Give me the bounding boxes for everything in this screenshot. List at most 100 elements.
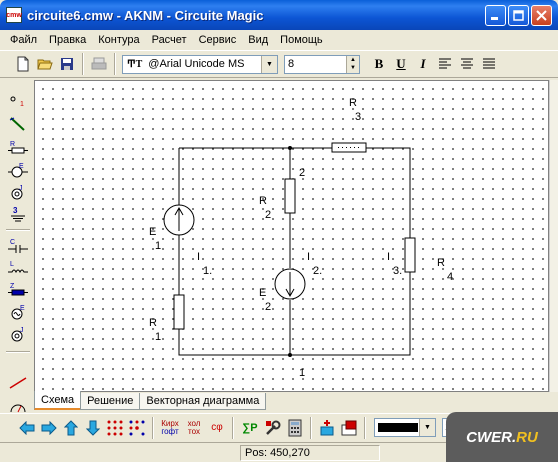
snap-grid-icon: [129, 420, 145, 435]
print-button[interactable]: [88, 53, 110, 75]
arrow-up-icon: [64, 419, 78, 435]
chevron-down-icon[interactable]: ▼: [419, 419, 435, 436]
resistor-icon: R: [8, 141, 28, 154]
resistor-r2[interactable]: [284, 178, 296, 214]
emf-source-e1[interactable]: [163, 204, 195, 236]
menu-help[interactable]: Помощь: [274, 34, 329, 46]
new-file-button[interactable]: [12, 53, 34, 75]
label-r1: R: [149, 317, 157, 329]
align-justify-button[interactable]: [478, 53, 500, 75]
wire-tool-button[interactable]: [6, 113, 30, 135]
resistor-r1[interactable]: [173, 294, 185, 330]
add-element-icon: [320, 419, 334, 435]
grid-dots-icon: [107, 420, 123, 435]
calc-tool-button[interactable]: [262, 417, 284, 439]
label-node1: 1: [299, 367, 306, 379]
menu-service[interactable]: Сервис: [193, 34, 243, 46]
bold-button[interactable]: B: [368, 56, 390, 72]
save-button[interactable]: [56, 53, 78, 75]
label-r2-sub: 2: [265, 209, 272, 221]
align-center-button[interactable]: [456, 53, 478, 75]
wire-icon: [9, 117, 25, 131]
svg-text:L: L: [10, 261, 14, 268]
snap-grid-button[interactable]: [126, 417, 148, 439]
ground-tool-button[interactable]: 3: [6, 203, 30, 225]
font-size-stepper[interactable]: 8 ▲ ▼: [284, 54, 360, 74]
line-color-select[interactable]: ▼: [374, 418, 436, 437]
label-r2: R: [259, 195, 267, 207]
font-name-select[interactable]: ͲT @Arial Unicode MS ▼: [122, 54, 278, 74]
power-balance-button[interactable]: ∑P: [238, 417, 262, 439]
inductor-tool-button[interactable]: L: [6, 257, 30, 279]
inductor-icon: L: [8, 261, 28, 274]
emf-source-tool-button[interactable]: E: [6, 159, 30, 181]
align-justify-icon: [483, 58, 495, 69]
node-icon: 1: [10, 96, 24, 108]
node-tool-button[interactable]: 1: [6, 89, 30, 111]
arrow-down-icon: [86, 420, 100, 436]
save-icon: [61, 58, 73, 70]
tab-vector-diagram[interactable]: Векторная диаграмма: [139, 393, 267, 410]
minimize-icon: [491, 17, 498, 20]
vertical-scrollbar[interactable]: [549, 80, 558, 392]
add-element-button[interactable]: [316, 417, 338, 439]
impedance-tool-button[interactable]: Z: [6, 279, 30, 301]
menu-calculation[interactable]: Расчет: [146, 34, 193, 46]
schematic-canvas[interactable]: R 3 2 R 2 E 1 I 1. I 2. I 3. R 4 E 2 R 1…: [34, 80, 549, 392]
phase-button[interactable]: cφ: [206, 417, 228, 439]
ac-emf-icon: E: [11, 305, 25, 320]
line-icon: [9, 377, 27, 389]
svg-text:J: J: [20, 327, 24, 334]
circuit-diagram: [163, 142, 416, 357]
ac-current-source-icon: J: [11, 327, 24, 342]
node-2[interactable]: [288, 146, 292, 150]
svg-text:3: 3: [13, 206, 18, 215]
view-tabs: Схема Решение Векторная диаграмма: [34, 391, 267, 410]
minimize-button[interactable]: [485, 5, 506, 26]
open-file-button[interactable]: [34, 53, 56, 75]
italic-button[interactable]: I: [412, 56, 434, 72]
label-i3-sub: 3.: [393, 265, 403, 277]
export-button[interactable]: [338, 417, 360, 439]
move-down-button[interactable]: [82, 417, 104, 439]
idle-short-button[interactable]: хол тох: [182, 417, 206, 439]
menu-edit[interactable]: Правка: [43, 34, 92, 46]
move-right-button[interactable]: [38, 417, 60, 439]
chevron-down-icon[interactable]: ▼: [261, 55, 277, 73]
kirchhoff-button[interactable]: Кирх гофт: [158, 417, 182, 439]
capacitor-tool-button[interactable]: C: [6, 235, 30, 257]
menu-file[interactable]: Файл: [4, 34, 43, 46]
label-i3: I: [387, 251, 391, 263]
resistor-r3[interactable]: [331, 142, 367, 153]
tab-schema[interactable]: Схема: [34, 391, 82, 410]
move-up-button[interactable]: [60, 417, 82, 439]
current-source-icon: J: [11, 185, 23, 200]
current-source-tool-button[interactable]: J: [6, 181, 30, 203]
ac-emf-tool-button[interactable]: E: [6, 301, 30, 323]
label-r3-sub: 3: [355, 111, 362, 123]
maximize-button[interactable]: [508, 5, 529, 26]
emf-source-e2[interactable]: [274, 268, 306, 300]
underline-button[interactable]: U: [390, 56, 412, 72]
label-r4: R: [437, 257, 445, 269]
resistor-tool-button[interactable]: R: [6, 137, 30, 159]
align-left-button[interactable]: [434, 53, 456, 75]
menu-contours[interactable]: Контура: [92, 34, 145, 46]
move-left-button[interactable]: [16, 417, 38, 439]
tab-solution[interactable]: Решение: [80, 393, 141, 410]
align-center-icon: [461, 58, 473, 69]
main-toolbar: ͲT @Arial Unicode MS ▼ 8 ▲ ▼ B U I: [0, 50, 558, 78]
svg-text:Z: Z: [10, 283, 15, 290]
grid-button[interactable]: [104, 417, 126, 439]
label-e1-sub: 1: [155, 240, 162, 252]
ground-icon: 3: [11, 206, 25, 222]
node-1[interactable]: [288, 353, 292, 357]
label-e2: E: [259, 287, 267, 299]
resistor-r4[interactable]: [404, 237, 416, 273]
ac-current-source-tool-button[interactable]: J: [6, 323, 30, 345]
spin-up-icon: ▲: [350, 56, 356, 63]
line-tool-button[interactable]: [6, 371, 30, 393]
close-button[interactable]: [531, 5, 552, 26]
menu-view[interactable]: Вид: [242, 34, 274, 46]
calculator-button[interactable]: [284, 417, 306, 439]
